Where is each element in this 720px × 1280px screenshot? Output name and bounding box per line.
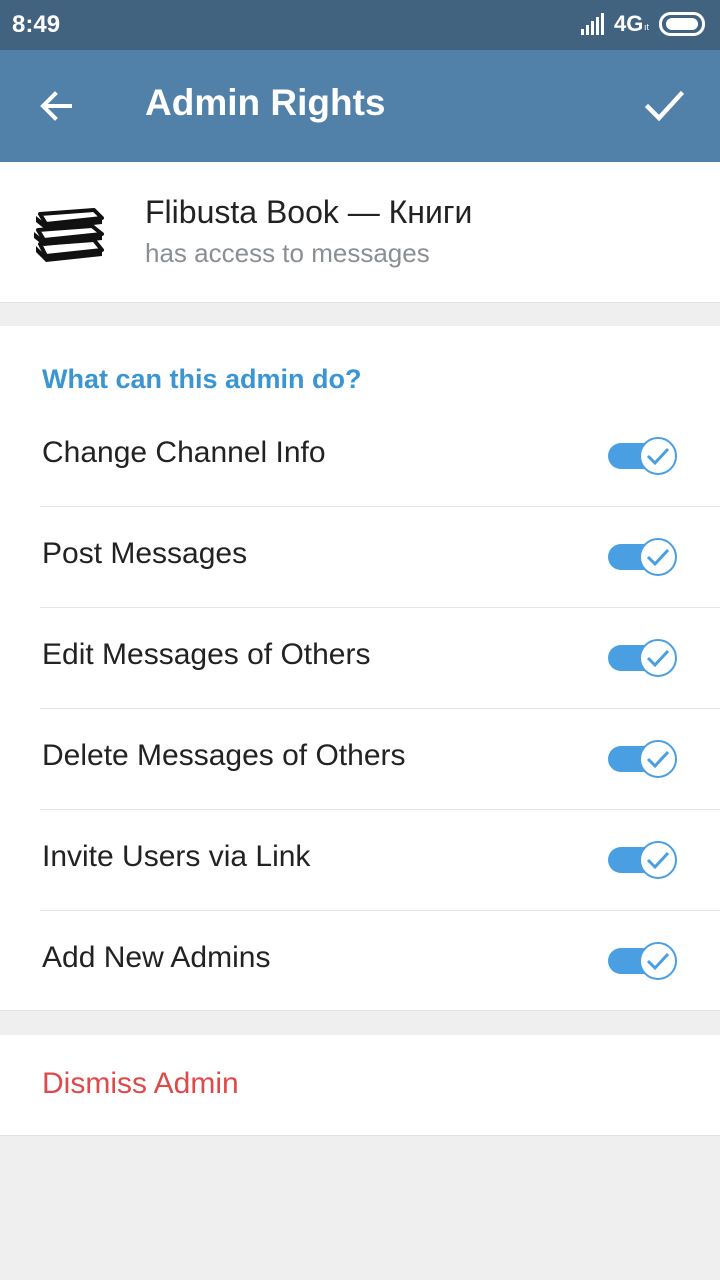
battery-icon [659,12,705,36]
toggle-switch[interactable] [608,538,678,576]
status-bar: 8:49 4G ıt [0,0,720,50]
toggle-switch[interactable] [608,437,678,475]
network-activity: ıt [644,22,650,32]
right-label: Invite Users via Link [42,840,311,873]
check-icon [646,447,670,466]
right-row-delete-messages[interactable]: Delete Messages of Others [0,709,720,810]
toggle-switch[interactable] [608,942,678,980]
check-icon[interactable] [644,86,684,126]
status-time: 8:49 [12,11,61,38]
arrow-left-icon[interactable] [36,86,76,126]
check-icon [646,750,670,769]
admin-status: has access to messages [145,238,430,268]
check-icon [646,548,670,567]
section-header: What can this admin do? [42,364,362,394]
page-title: Admin Rights [145,82,386,123]
right-label: Add New Admins [42,941,271,974]
right-label: Post Messages [42,537,248,570]
check-icon [646,952,670,971]
toggle-switch[interactable] [608,841,678,879]
right-row-edit-messages[interactable]: Edit Messages of Others [0,608,720,709]
right-label: Change Channel Info [42,436,326,469]
app-bar: Admin Rights [0,50,720,162]
network-type: 4G [614,11,644,36]
right-row-invite-users[interactable]: Invite Users via Link [0,810,720,911]
admin-profile: Flibusta Book — Книги has access to mess… [0,162,720,303]
signal-icon [581,13,604,35]
dismiss-admin-button[interactable]: Dismiss Admin [42,1067,239,1101]
right-label: Edit Messages of Others [42,638,371,671]
right-row-post-messages[interactable]: Post Messages [0,507,720,608]
check-icon [646,851,670,870]
right-label: Delete Messages of Others [42,739,406,772]
rights-card: What can this admin do? Change Channel I… [0,326,720,1011]
admin-name: Flibusta Book — Книги [145,194,473,230]
toggle-switch[interactable] [608,740,678,778]
check-icon [646,649,670,668]
dismiss-card: Dismiss Admin [0,1035,720,1136]
books-stack-icon [34,208,104,262]
right-row-change-info[interactable]: Change Channel Info [0,406,720,507]
right-row-add-admins[interactable]: Add New Admins [0,911,720,1012]
toggle-switch[interactable] [608,639,678,677]
